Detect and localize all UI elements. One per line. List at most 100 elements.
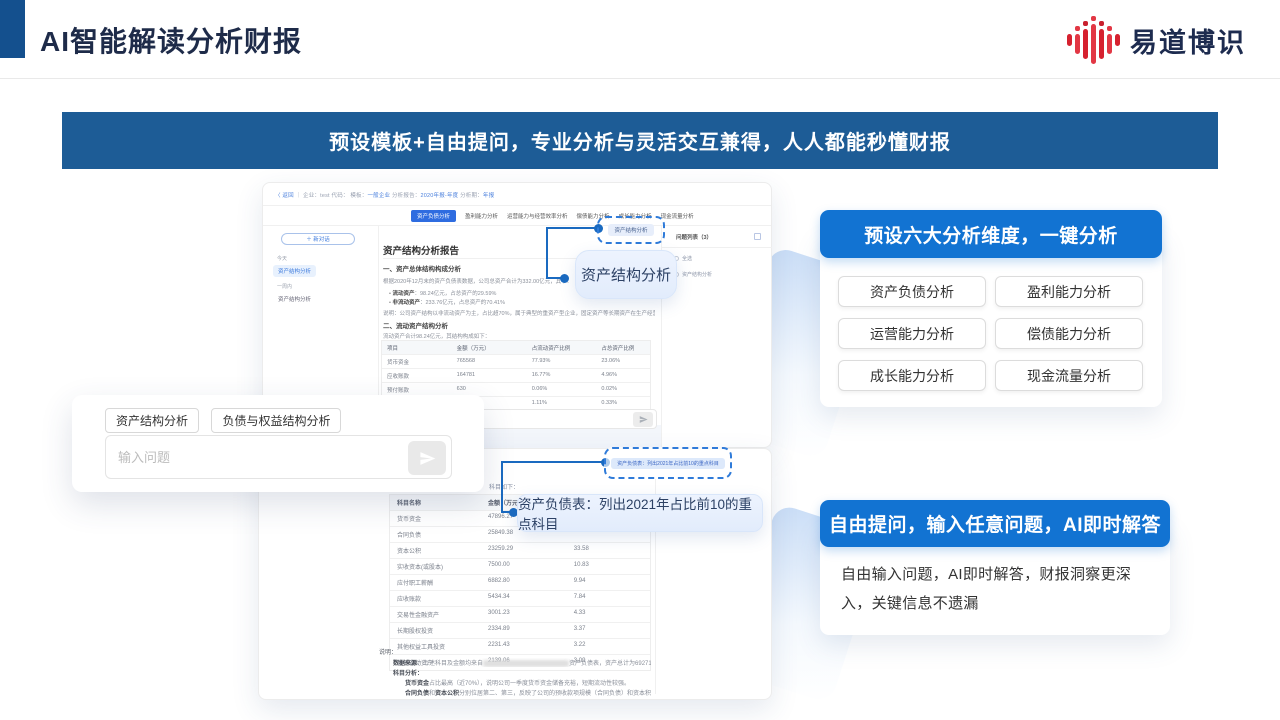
chip-asset-structure[interactable]: 资产结构分析 — [105, 408, 199, 433]
cell: 33.58 — [567, 543, 650, 558]
col-header: 占流动资产比例 — [527, 341, 597, 354]
report-title: 资产结构分析报告 — [383, 243, 459, 257]
panel-description: 自由输入问题，AI即时解答，财报洞察更深入，关键信息不遗漏 — [841, 561, 1153, 618]
button-cashflow[interactable]: 现金流量分析 — [995, 360, 1143, 391]
button-operation[interactable]: 运营能力分析 — [838, 318, 986, 349]
bullet-label: 流动资产 — [392, 291, 414, 297]
cell: 7500.00 — [481, 559, 567, 574]
note-data-source: 数据来源：上述科目及金额均来自资产负债表，资产总计为69271.65万元，所有比… — [393, 658, 651, 667]
breadcrumb: 〈 返回 ｜ 企业：test 代码： 模板：一般企业 分析报告：2020年报-年… — [275, 191, 494, 199]
cell: 77.93% — [527, 355, 597, 368]
col-header: 占总资产比例 — [596, 341, 650, 354]
back-link[interactable]: 〈 返回 — [275, 193, 294, 199]
cell: 3.37 — [567, 623, 650, 638]
panel-title: 自由提问，输入任意问题，AI即时解答 — [829, 510, 1161, 537]
new-chat-button[interactable]: ＋ 新对话 — [281, 233, 355, 245]
panel-header: 预设六大分析维度，一键分析 — [820, 210, 1162, 258]
question-list-title: 问题列表（3） — [676, 233, 712, 241]
breadcrumb-term: 年报 — [483, 193, 494, 199]
table-row: 应付职工薪酬6882.809.94 — [390, 574, 650, 590]
notes-label: 说明： — [379, 647, 397, 656]
cell: 实收资本(或股本) — [390, 559, 481, 574]
table-row: 应收账款16478116.77%4.96% — [382, 368, 650, 382]
panel-free-qa: 自由提问，输入任意问题，AI即时解答 自由输入问题，AI即时解答，财报洞察更深入… — [820, 500, 1170, 635]
headline-text: 预设模板+自由提问，专业分析与灵活交互兼得，人人都能秒懂财报 — [329, 126, 951, 155]
headline-banner: 预设模板+自由提问，专业分析与灵活交互兼得，人人都能秒懂财报 — [62, 112, 1218, 169]
cell: 3.22 — [567, 639, 650, 654]
question-chip[interactable]: 资产结构分析 — [608, 224, 653, 236]
connector-line — [546, 227, 548, 279]
col-header: 项目 — [382, 341, 452, 354]
cell: 6882.80 — [481, 575, 567, 590]
page-title: AI智能解读分析财报 — [40, 20, 302, 60]
tab-operation[interactable]: 运营能力与经营效率分析 — [507, 212, 568, 220]
expand-icon[interactable] — [754, 233, 761, 240]
note-bold: 数据来源 — [393, 661, 417, 667]
button-solvency[interactable]: 偿债能力分析 — [995, 318, 1143, 349]
send-button[interactable] — [408, 441, 446, 475]
cell: 2231.43 — [481, 639, 567, 654]
note-subject-analysis: 科目分析： — [393, 668, 423, 677]
question-item-asset-structure[interactable]: 资产结构分析 — [674, 271, 712, 278]
note-bold: 合同负债 — [405, 691, 429, 697]
soundwave-logo-icon — [1067, 16, 1120, 64]
breadcrumb-text: 分析期： — [458, 193, 483, 199]
question-input[interactable] — [118, 436, 398, 478]
question-item-label: 全选 — [682, 255, 692, 262]
col-header: 金额（万元） — [452, 341, 527, 354]
sidebar-item-asset-structure[interactable]: 资产结构分析 — [273, 265, 316, 277]
toolbar-divider — [263, 205, 771, 206]
report-bullet-1: 流动资产：98.24亿元，占总资产的29.59% — [389, 289, 496, 297]
question-input-box — [105, 435, 452, 479]
tab-balance-analysis[interactable]: 资产负债分析 — [411, 210, 456, 222]
note-bold: 资本公积 — [435, 691, 459, 697]
cell: 货币资金 — [382, 355, 452, 368]
note-bold: 货币资金 — [405, 681, 429, 687]
cell: 7.84 — [567, 591, 650, 606]
button-balance-analysis[interactable]: 资产负债分析 — [838, 276, 986, 307]
note-text: 占比最高（近70%），说明公司一季度货币资金储备充裕，短期流动性较强。 — [429, 681, 630, 687]
cell: 5434.34 — [481, 591, 567, 606]
question-chip[interactable]: 资产负债表：列出2021年占比前10的重点科目 — [611, 458, 725, 469]
bullet-label: 非流动资产 — [392, 300, 420, 306]
callout-label: 资产负债表：列出2021年占比前10的重点科目 — [518, 493, 762, 533]
breadcrumb-template: 一般企业 — [367, 193, 390, 199]
button-profitability[interactable]: 盈利能力分析 — [995, 276, 1143, 307]
header-divider — [0, 78, 1280, 79]
cell: 应收账款 — [382, 369, 452, 382]
report-note: 说明：公司资产结构以非流动资产为主，占比超70%，属于典型的重资产型企业，固定资… — [383, 309, 655, 317]
cell: 长期股权投资 — [390, 623, 481, 638]
connector-line — [501, 461, 605, 463]
tab-profitability[interactable]: 盈利能力分析 — [465, 212, 498, 220]
col-header: 科目名称 — [390, 495, 481, 510]
cell: 16.77% — [527, 369, 597, 382]
brand-logo: 易道博识 — [1067, 16, 1246, 64]
in-app-send-button[interactable] — [633, 412, 653, 427]
note-bold: 科目分析： — [393, 671, 423, 677]
table-row: 长期股权投资2334.893.37 — [390, 622, 650, 638]
cell: 0.06% — [527, 383, 597, 396]
table-row: 实收资本(或股本)7500.0010.83 — [390, 558, 650, 574]
report-bullet-2: 非流动资产：233.76亿元，占总资产的70.41% — [389, 298, 505, 306]
report-section-2: 二、流动资产结构分析 — [383, 320, 448, 330]
note-cash-analysis: 货币资金占比最高（近70%），说明公司一季度货币资金储备充裕，短期流动性较强。 — [405, 678, 651, 687]
cell: 10.83 — [567, 559, 650, 574]
dragged-question-chip-outline: 资产结构分析 — [597, 216, 665, 244]
chip-liability-equity-structure[interactable]: 负债与权益结构分析 — [211, 408, 341, 433]
cell: 765568 — [452, 355, 527, 368]
callout-balance-sheet-question: 资产负债表：列出2021年占比前10的重点科目 — [517, 494, 763, 532]
cell: 23259.29 — [481, 543, 567, 558]
button-growth[interactable]: 成长能力分析 — [838, 360, 986, 391]
connector-line — [546, 227, 599, 229]
tab-cashflow[interactable]: 现金流量分析 — [661, 212, 694, 220]
table-row: 货币资金76556877.93%23.06% — [382, 354, 650, 368]
note-text: ：上述科目及金额均来自 — [417, 661, 483, 667]
sidebar-section-week: 一周内 — [277, 283, 292, 290]
breadcrumb-text: 分析报告： — [390, 193, 420, 199]
table-row: 资本公积23259.2933.58 — [390, 542, 650, 558]
panel-header: 自由提问，输入任意问题，AI即时解答 — [820, 500, 1170, 547]
cell: 4.33 — [567, 607, 650, 622]
sidebar-item-asset-structure-old[interactable]: 资产结构分析 — [273, 293, 316, 305]
cell: 应付职工薪酬 — [390, 575, 481, 590]
table-header-row: 项目 金额（万元） 占流动资产比例 占总资产比例 — [382, 341, 650, 354]
